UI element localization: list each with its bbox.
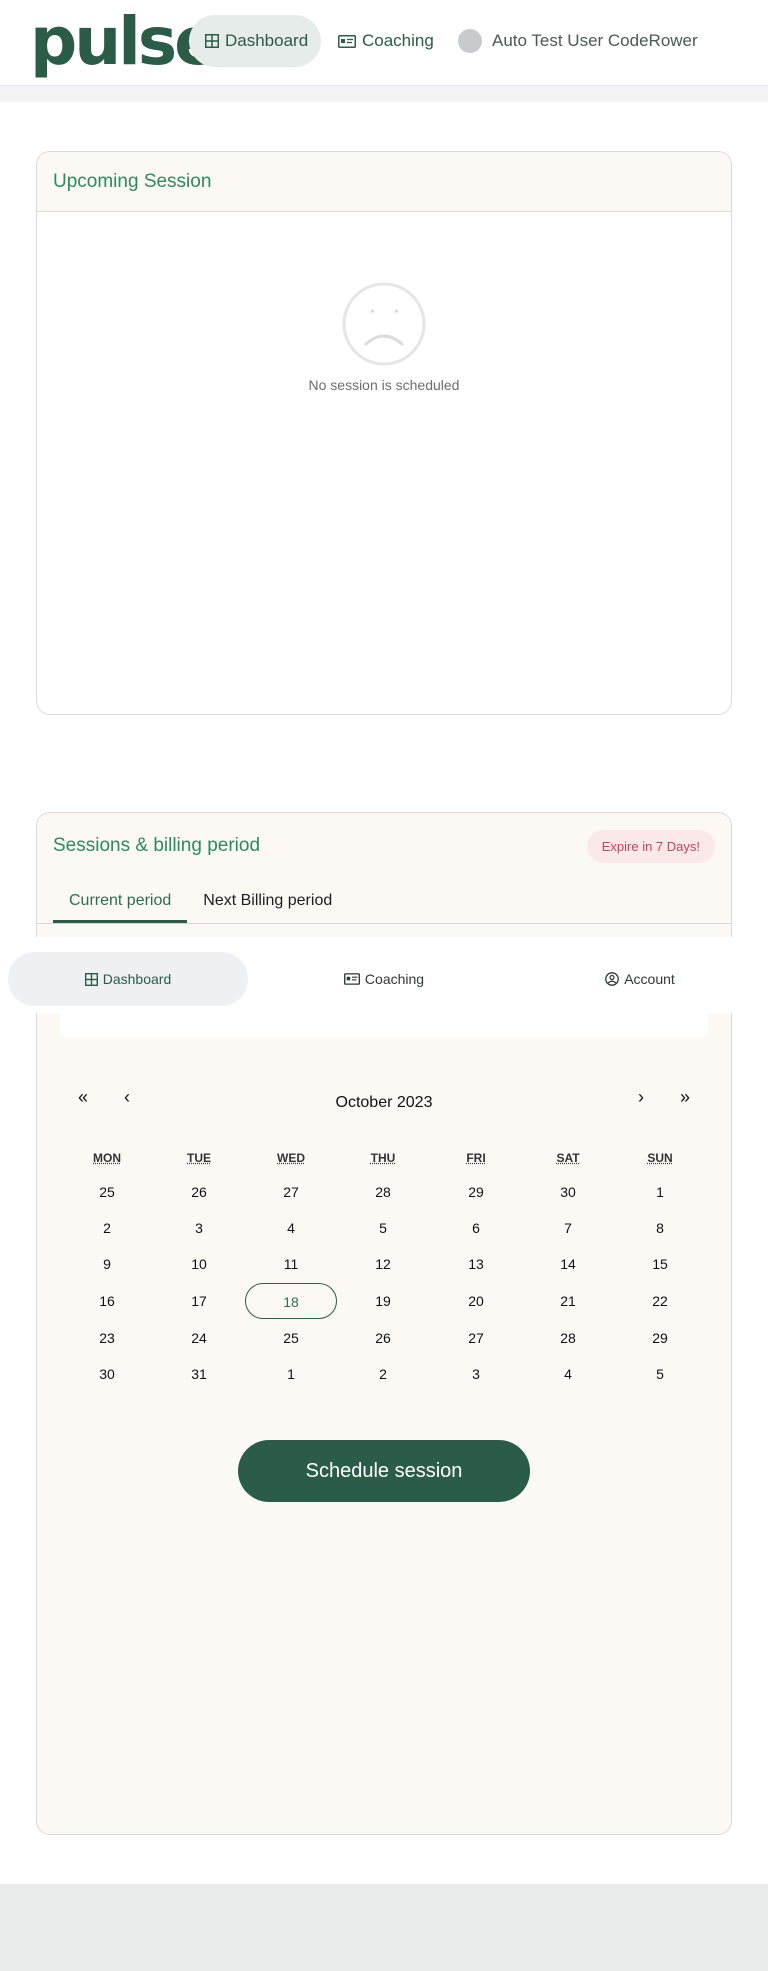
calendar-day[interactable]: 7	[522, 1210, 614, 1246]
calendar-day[interactable]: 15	[614, 1246, 706, 1282]
calendar-day[interactable]: 16	[61, 1283, 153, 1319]
tab-next-billing-period[interactable]: Next Billing period	[187, 879, 348, 923]
weekday-sun: SUN	[647, 1151, 673, 1165]
calendar-day[interactable]: 21	[522, 1283, 614, 1319]
calendar-day[interactable]: 24	[153, 1320, 245, 1356]
user-circle-icon	[605, 972, 620, 986]
expiry-badge: Expire in 7 Days!	[586, 829, 715, 863]
svg-text:*: *	[394, 308, 399, 319]
weekday-fri: FRI	[466, 1151, 486, 1165]
calendar-day[interactable]: 29	[430, 1174, 522, 1210]
pulse-logo[interactable]: pulse	[30, 2, 219, 82]
bottom-nav-dashboard-label: Dashboard	[102, 971, 172, 987]
user-menu[interactable]: Auto Test User CodeRower	[458, 29, 698, 53]
sessions-billing-header: Sessions & billing period Expire in 7 Da…	[37, 813, 731, 879]
bottom-nav-account[interactable]: Account	[520, 952, 760, 1006]
page-footer	[0, 1884, 768, 1971]
sessions-billing-title: Sessions & billing period	[53, 835, 261, 856]
bottom-nav-coaching-label: Coaching	[364, 971, 425, 987]
calendar-day[interactable]: 4	[522, 1356, 614, 1392]
tab-panel-top	[60, 1013, 708, 1037]
calendar-day[interactable]: 17	[153, 1283, 245, 1319]
grid-icon	[84, 972, 98, 986]
calendar-day[interactable]: 31	[153, 1356, 245, 1392]
calendar-day[interactable]: 9	[61, 1246, 153, 1282]
calendar-day[interactable]: 28	[337, 1174, 429, 1210]
calendar-day[interactable]: 3	[153, 1210, 245, 1246]
empty-state-text: No session is scheduled	[308, 377, 460, 393]
calendar-day[interactable]: 6	[430, 1210, 522, 1246]
calendar-day[interactable]: 30	[61, 1356, 153, 1392]
calendar-day[interactable]: 1	[245, 1356, 337, 1392]
nav-coaching-label: Coaching	[362, 31, 434, 50]
weekday-tue: TUE	[187, 1151, 211, 1165]
weekday-thu: THU	[370, 1151, 396, 1165]
schedule-session-button[interactable]: Schedule session	[238, 1440, 530, 1502]
bottom-nav: Dashboard Coaching Account	[0, 937, 768, 1013]
upcoming-session-header: Upcoming Session	[37, 152, 731, 212]
weekday-wed: WED	[277, 1151, 305, 1165]
calendar-day[interactable]: 4	[245, 1210, 337, 1246]
upcoming-session-title: Upcoming Session	[53, 170, 212, 192]
upcoming-session-card: Upcoming Session * * No session is sched…	[36, 151, 732, 715]
calendar-day[interactable]: 14	[522, 1246, 614, 1282]
tab-current-period[interactable]: Current period	[53, 879, 188, 923]
calendar-day[interactable]: 11	[245, 1246, 337, 1282]
calendar-day[interactable]: 27	[430, 1320, 522, 1356]
calendar-day[interactable]: 26	[153, 1174, 245, 1210]
calendar-day[interactable]: 1	[614, 1174, 706, 1210]
calendar-month-label[interactable]: October 2023	[0, 1094, 768, 1112]
weekday-sat: SAT	[556, 1151, 580, 1165]
calendar-day[interactable]: 26	[337, 1320, 429, 1356]
top-header: pulse Dashboard Coaching Auto Test User …	[0, 0, 768, 86]
calendar-day[interactable]: 12	[337, 1246, 429, 1282]
avatar	[458, 29, 482, 53]
calendar-day[interactable]: 8	[614, 1210, 706, 1246]
calendar-day[interactable]: 28	[522, 1320, 614, 1356]
calendar-day[interactable]: 29	[614, 1320, 706, 1356]
sad-face-icon: * *	[342, 282, 426, 371]
nav-dashboard-label: Dashboard	[225, 31, 309, 50]
calendar-day[interactable]: 2	[61, 1210, 153, 1246]
id-card-icon	[338, 34, 356, 48]
id-card-icon	[343, 973, 360, 985]
calendar-day[interactable]: 23	[61, 1320, 153, 1356]
billing-tabs: Current period Next Billing period	[37, 879, 731, 924]
bottom-nav-account-label: Account	[624, 971, 675, 987]
nav-coaching[interactable]: Coaching	[322, 15, 452, 67]
svg-text:*: *	[370, 308, 375, 319]
calendar-day[interactable]: 27	[245, 1174, 337, 1210]
weekday-mon: MON	[93, 1151, 121, 1165]
calendar-day[interactable]: 5	[614, 1356, 706, 1392]
grid-icon	[205, 34, 219, 48]
calendar-day[interactable]: 30	[522, 1174, 614, 1210]
calendar-day[interactable]: 2	[337, 1356, 429, 1392]
calendar-day[interactable]: 10	[153, 1246, 245, 1282]
calendar-day[interactable]: 25	[245, 1320, 337, 1356]
calendar-day[interactable]: 20	[430, 1283, 522, 1319]
calendar-day[interactable]: 3	[430, 1356, 522, 1392]
nav-dashboard[interactable]: Dashboard	[189, 15, 321, 67]
calendar-day[interactable]: 22	[614, 1283, 706, 1319]
user-name: Auto Test User CodeRower	[492, 31, 698, 50]
bottom-nav-dashboard[interactable]: Dashboard	[8, 952, 248, 1006]
calendar-day-selected[interactable]: 18	[245, 1283, 337, 1319]
bottom-nav-coaching[interactable]: Coaching	[264, 952, 504, 1006]
calendar-day[interactable]: 25	[61, 1174, 153, 1210]
empty-state: * * No session is scheduled	[37, 282, 731, 393]
calendar-day[interactable]: 13	[430, 1246, 522, 1282]
header-divider-band	[0, 86, 768, 102]
calendar-day[interactable]: 5	[337, 1210, 429, 1246]
calendar-day[interactable]: 19	[337, 1283, 429, 1319]
